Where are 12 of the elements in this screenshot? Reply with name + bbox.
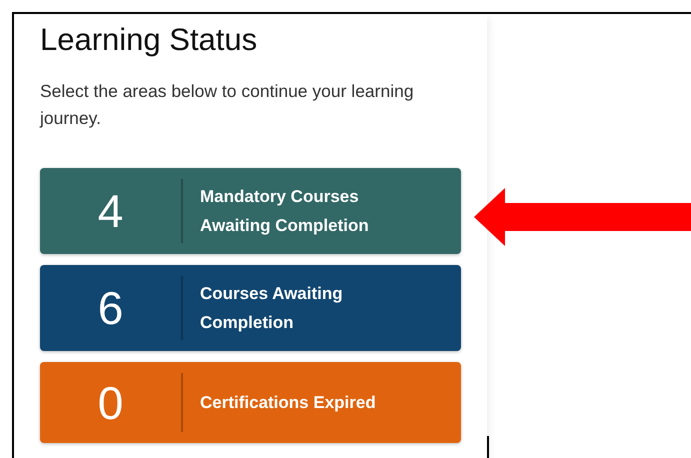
count-number: 6 — [96, 283, 124, 333]
card-label: Certifications Expired — [199, 392, 377, 414]
page-title: Learning Status — [40, 22, 258, 58]
card-label: Courses Awaiting Completion — [199, 283, 344, 334]
count-number: 0 — [96, 378, 124, 428]
arrow-icon — [474, 188, 691, 248]
status-card[interactable]: 4 Mandatory Courses Awaiting Completion — [40, 168, 461, 254]
intro-text: Select the areas below to continue your learning journey. — [40, 80, 415, 130]
count-number: 4 — [96, 186, 124, 236]
status-card[interactable]: 6 Courses Awaiting Completion — [40, 265, 461, 351]
status-card[interactable]: 0 Certifications Expired — [40, 362, 461, 443]
card-label: Mandatory Courses Awaiting Completion — [199, 186, 370, 237]
